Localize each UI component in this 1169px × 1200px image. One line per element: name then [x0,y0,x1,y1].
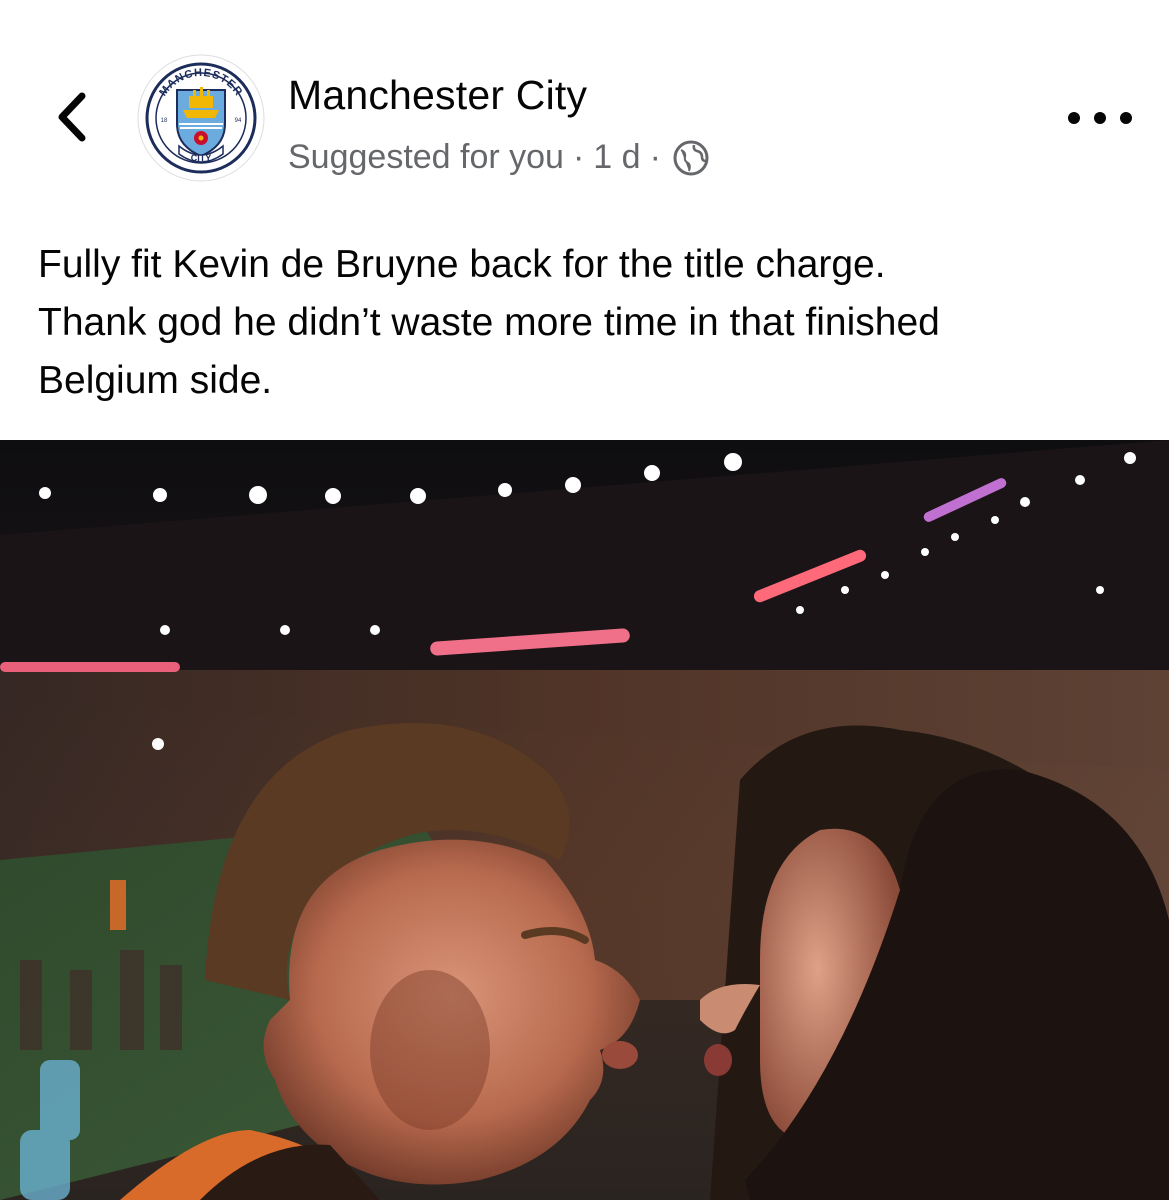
globe-icon [673,140,709,175]
more-dot [1120,112,1132,124]
caption-line: Belgium side. [38,359,273,402]
logo-right-year: 94 [235,118,242,124]
more-options-button[interactable] [1068,100,1132,136]
post-meta: Suggested for you · 1 d · [288,138,710,177]
post-photo[interactable] [0,440,1169,1200]
logo-bottom-text: CITY [191,153,212,163]
page-name[interactable]: Manchester City [288,72,587,119]
suggested-label: Suggested for you [288,138,564,176]
more-dot [1094,112,1106,124]
post-time[interactable]: 1 d [593,138,640,177]
stadium-photo [0,440,1169,1200]
more-dot [1068,112,1080,124]
chevron-left-icon [58,92,86,142]
back-button[interactable] [44,85,100,149]
page-avatar[interactable]: MANCHESTER 18 94 CITY [137,54,265,182]
post-header: MANCHESTER 18 94 CITY Manchester City Su… [0,0,1169,215]
logo-left-year: 18 [161,118,168,124]
meta-separator: · [649,138,661,176]
post-caption: Fully fit Kevin de Bruyne back for the t… [38,236,1138,410]
caption-line: Thank god he didn’t waste more time in t… [38,301,940,344]
caption-line: Fully fit Kevin de Bruyne back for the t… [38,243,886,286]
meta-separator: · [572,138,585,176]
